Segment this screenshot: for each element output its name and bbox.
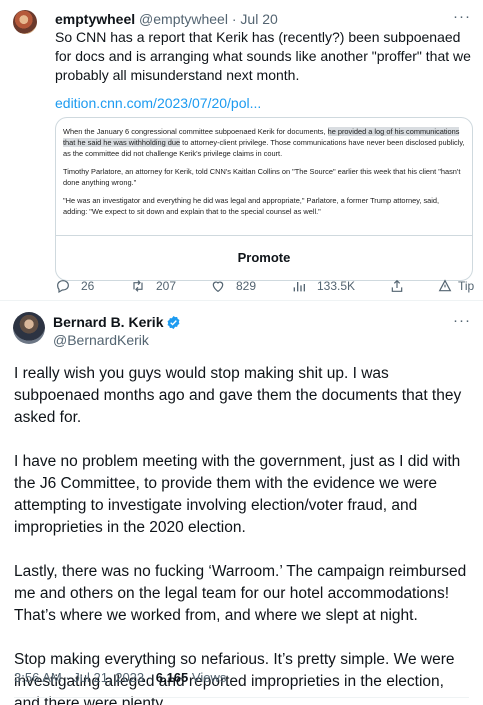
tweet-text: I really wish you guys would stop making… xyxy=(14,363,474,705)
like-count: 829 xyxy=(236,279,257,293)
retweet-button[interactable]: 207 xyxy=(130,276,176,296)
tip-icon xyxy=(438,279,452,292)
tweet-metadata: 3:56 AM · Jul 21, 2023 · 6,165 Views xyxy=(14,669,226,687)
excerpt-paragraph: When the January 6 congressional committ… xyxy=(63,126,465,159)
display-name[interactable]: Bernard B. Kerik xyxy=(53,313,163,331)
excerpt-text: When the January 6 congressional committ… xyxy=(63,127,328,136)
tweet-date[interactable]: Jul 20 xyxy=(240,11,277,27)
display-name-row[interactable]: Bernard B. Kerik xyxy=(53,313,181,331)
article-excerpt: When the January 6 congressional committ… xyxy=(63,126,465,224)
view-count: 133.5K xyxy=(317,279,356,293)
separator-dot: · xyxy=(231,11,237,27)
quoted-tweet[interactable]: emptywheel @emptywheel · Jul 20 ··· So C… xyxy=(0,0,483,300)
tweet-text: So CNN has a report that Kerik has (rece… xyxy=(55,29,471,83)
tweet-date[interactable]: Jul 21, 2023 xyxy=(73,670,144,685)
tweet-paragraph: I really wish you guys would stop making… xyxy=(14,365,462,426)
avatar[interactable] xyxy=(13,312,45,344)
tip-button[interactable]: Tip xyxy=(437,276,474,296)
views-label: Views xyxy=(191,670,227,685)
more-options-icon[interactable]: ··· xyxy=(453,8,471,25)
divider xyxy=(0,300,483,301)
verified-badge-icon[interactable] xyxy=(166,315,181,330)
share-button[interactable] xyxy=(389,276,415,296)
excerpt-paragraph: Timothy Parlatore, an attorney for Kerik… xyxy=(63,167,461,187)
promote-button[interactable]: Promote xyxy=(56,235,472,279)
article-screenshot-card[interactable]: When the January 6 congressional committ… xyxy=(55,117,473,281)
tip-label: Tip xyxy=(458,279,475,293)
separator-dot: · xyxy=(65,670,70,685)
like-button[interactable]: 829 xyxy=(210,276,256,296)
avatar[interactable] xyxy=(13,10,37,34)
tweet-actions: 26 207 829 133.5K Tip xyxy=(55,276,474,296)
tweet-time[interactable]: 3:56 AM xyxy=(14,670,62,685)
views-count: 6,165 xyxy=(155,670,189,685)
tweet-header: emptywheel @emptywheel · Jul 20 xyxy=(55,10,278,28)
separator-dot: · xyxy=(147,670,153,685)
handle[interactable]: @emptywheel xyxy=(139,11,228,27)
reply-icon xyxy=(57,280,69,294)
divider xyxy=(14,697,469,698)
tweet-paragraph: Lastly, there was no fucking ‘Warroom.’ … xyxy=(14,563,467,624)
display-name[interactable]: emptywheel xyxy=(55,11,135,27)
tweet-link[interactable]: edition.cnn.com/2023/07/20/pol... xyxy=(55,94,261,112)
heart-icon xyxy=(212,281,224,293)
views-button[interactable]: 133.5K xyxy=(291,276,355,296)
share-icon xyxy=(391,279,403,292)
more-options-icon[interactable]: ··· xyxy=(453,312,471,329)
reply-count: 26 xyxy=(81,279,95,293)
analytics-icon xyxy=(293,282,305,292)
retweet-icon xyxy=(133,280,143,292)
handle[interactable]: @BernardKerik xyxy=(53,331,149,349)
excerpt-paragraph: "He was an investigator and everything h… xyxy=(63,196,440,216)
tweet-paragraph: I have no problem meeting with the gover… xyxy=(14,453,461,536)
retweet-count: 207 xyxy=(156,279,177,293)
reply-button[interactable]: 26 xyxy=(55,276,94,296)
